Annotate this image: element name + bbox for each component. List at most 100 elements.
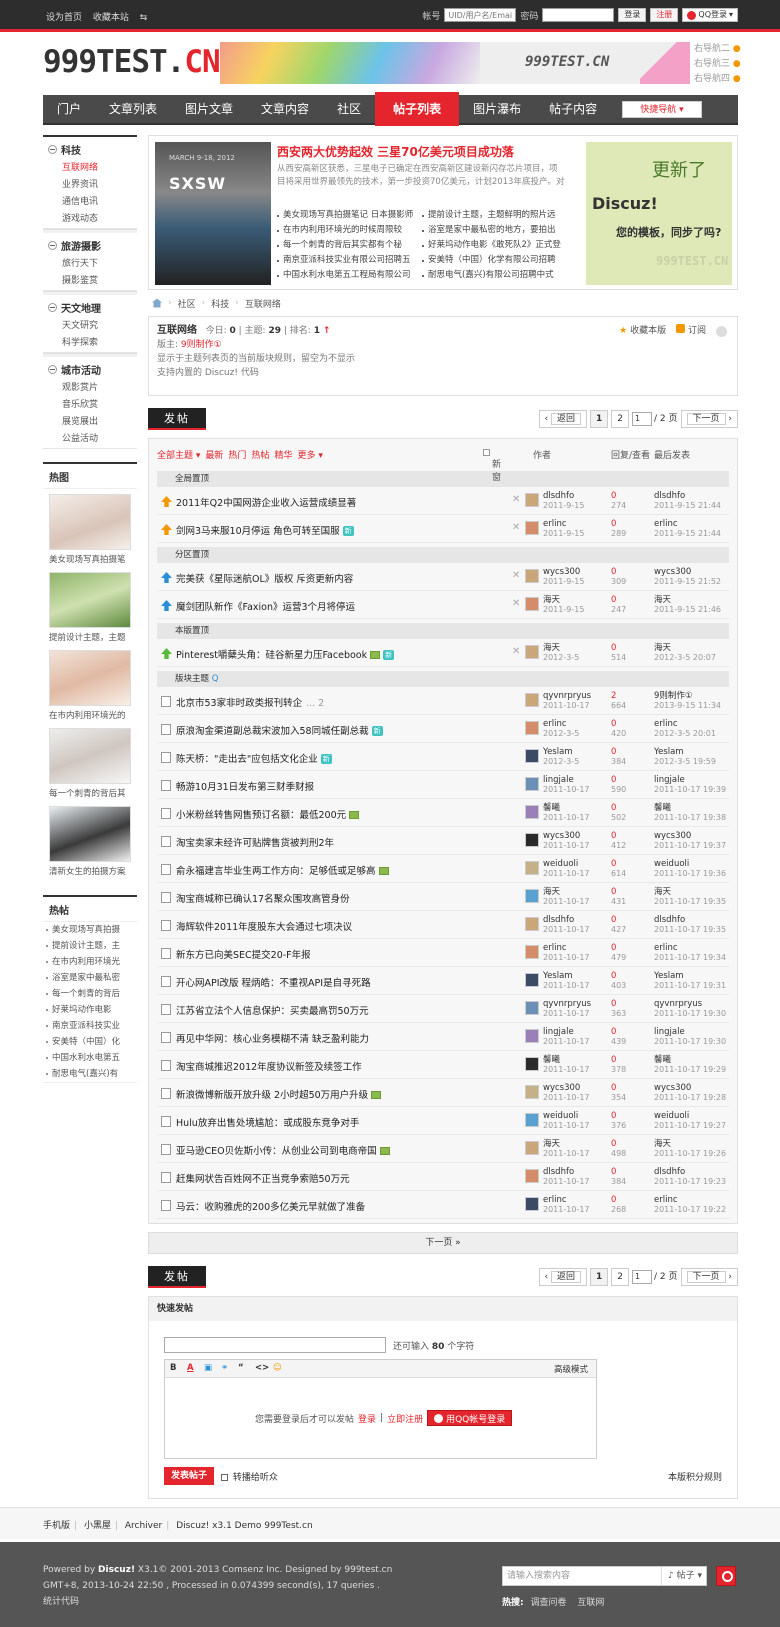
thread-row[interactable]: 剑网3马来服10月停运 角色可转至国服新 ✕ erlinc 2011-9-15 0 289…	[157, 515, 729, 543]
avatar[interactable]	[525, 693, 539, 707]
bookmark-link[interactable]: 收藏本站	[93, 13, 129, 23]
last-post-time[interactable]: 2011-10-17 19:36	[654, 869, 726, 879]
last-post-time[interactable]: 2011-9-15 21:44	[654, 529, 721, 539]
thread-row[interactable]: Hulu放弃出售处境尴尬：或成股东竞争对手 weiduoli 2011-10-17 0…	[157, 1107, 729, 1135]
account-input[interactable]	[444, 8, 517, 22]
last-poster[interactable]: lingjale	[654, 775, 685, 785]
qq-login-button[interactable]: 用QQ帐号登录	[427, 1410, 513, 1426]
last-poster[interactable]: erlinc	[654, 1195, 678, 1205]
featured-link[interactable]: 耐思电气(嘉兴)有限公司招聘中式	[422, 268, 567, 283]
hot-thread-item[interactable]: 耐思电气(嘉兴)有	[43, 1066, 137, 1082]
hot-thread-item[interactable]: 浴室是家中最私密	[43, 970, 137, 986]
right-nav-item[interactable]: 右导航二 ●	[694, 42, 741, 57]
last-poster[interactable]: 馨曦	[654, 1055, 671, 1065]
thread-author[interactable]: 海天	[543, 595, 560, 605]
sync-toggle[interactable]: 转播给听众	[221, 1470, 278, 1483]
hot-search-word[interactable]: 调查问卷	[530, 1598, 566, 1608]
thread-title[interactable]: 淘宝卖家未经许可贴牌售货被判刑2年	[176, 835, 334, 849]
advanced-mode-link[interactable]: 高级模式	[554, 1363, 588, 1375]
site-logo[interactable]: 999TEST.CN	[43, 44, 221, 80]
featured-link[interactable]: 在市内利用环境光的时候周限较	[277, 223, 422, 238]
quick-post-subject-input[interactable]	[164, 1337, 386, 1353]
image-icon[interactable]: ▣	[204, 1363, 212, 1373]
footer-link[interactable]: 小黑屋	[84, 1521, 111, 1531]
last-post-time[interactable]: 2011-10-17 19:30	[654, 1009, 726, 1019]
last-poster[interactable]: Yeslam	[654, 747, 684, 757]
avatar[interactable]	[525, 569, 539, 583]
nav-item-image-article[interactable]: 图片文章	[171, 95, 247, 123]
thread-title[interactable]: 再见中华网：核心业务模糊不清 缺乏盈利能力	[176, 1031, 369, 1045]
last-poster[interactable]: 馨曦	[654, 803, 671, 813]
avatar[interactable]	[525, 749, 539, 763]
featured-link[interactable]: 美女现场写真拍摄笔记 日本摄影师	[277, 208, 422, 223]
thread-author[interactable]: wycs300	[543, 1083, 580, 1093]
avatar[interactable]	[525, 805, 539, 819]
register-link[interactable]: 立即注册	[387, 1412, 423, 1425]
thread-author[interactable]: Yeslam	[543, 971, 573, 981]
featured-image[interactable]: MARCH 9-18, 2012 SXSW	[155, 142, 271, 285]
sidebar-item[interactable]: 公益活动	[43, 431, 137, 448]
close-icon[interactable]: ✕	[512, 598, 520, 609]
avatar[interactable]	[525, 1169, 539, 1183]
last-post-time[interactable]: 2012-3-5 20:01	[654, 729, 716, 739]
thread-row[interactable]: 新东方已向美SEC提交20-F年报 erlinc 2011-10-17 0 479 erl…	[157, 939, 729, 967]
last-poster[interactable]: qyvnrpryus	[654, 999, 702, 1009]
thread-title[interactable]: 新东方已向美SEC提交20-F年报	[176, 947, 311, 961]
sidebar-item[interactable]: 音乐欣赏	[43, 397, 137, 414]
home-icon[interactable]	[152, 298, 162, 308]
favorite-button[interactable]: ★ 收藏本版	[619, 324, 666, 338]
collapse-icon[interactable]	[716, 325, 727, 337]
thread-row[interactable]: 2011年Q2中国网游企业收入运营成绩显著 ✕ dlsdhfo 2011-9-15 0 2…	[157, 487, 729, 515]
last-post-time[interactable]: 2011-9-15 21:46	[654, 605, 721, 615]
hot-picture-caption[interactable]: 美女现场写真拍摄笔	[43, 550, 137, 567]
thread-author[interactable]: wycs300	[543, 831, 580, 841]
hot-thread-item[interactable]: 南京亚派科技实业	[43, 1018, 137, 1034]
nav-item-thread-list[interactable]: 帖子列表	[375, 92, 460, 126]
thread-author[interactable]: 海天	[543, 1139, 560, 1149]
featured-link[interactable]: 好莱坞动作电影《敢死队2》正式登	[422, 238, 567, 253]
sidebar-item[interactable]: 游戏动态	[43, 211, 137, 228]
thread-row[interactable]: 俞永福建言毕业生两工作方向：足够低或足够高 weiduoli 2011-10-17 0…	[157, 855, 729, 883]
hot-picture[interactable]	[49, 806, 131, 862]
hot-picture-caption[interactable]: 在市内利用环境光的	[43, 706, 137, 723]
last-post-time[interactable]: 2011-10-17 19:31	[654, 981, 726, 991]
avatar[interactable]	[525, 721, 539, 735]
sidebar-group-title[interactable]: 科技	[43, 137, 137, 160]
set-home-link[interactable]: 设为首页	[46, 13, 82, 23]
thread-title[interactable]: 俞永福建言毕业生两工作方向：足够低或足够高	[176, 863, 389, 877]
featured-title[interactable]: 西安两大优势起效 三星70亿美元项目成功落	[277, 143, 514, 160]
last-poster[interactable]: 9则制作①	[654, 691, 693, 701]
thread-author[interactable]: lingjale	[543, 1027, 574, 1037]
close-icon[interactable]: ✕	[512, 646, 520, 657]
thread-row[interactable]: 再见中华网：核心业务模糊不清 缺乏盈利能力 lingjale 2011-10-17 0…	[157, 1023, 729, 1051]
avatar[interactable]	[525, 1113, 539, 1127]
thread-title[interactable]: 开心网API改版 程炳皓：不重视API是自寻死路	[176, 975, 371, 989]
avatar[interactable]	[525, 917, 539, 931]
page-link[interactable]: 2	[611, 1268, 630, 1286]
right-nav-item[interactable]: 右导航四 ●	[694, 72, 741, 87]
filter-all[interactable]: 全部主题 ▾	[157, 448, 200, 461]
new-window-toggle[interactable]: 新窗	[483, 448, 501, 483]
thread-title[interactable]: 魔剑团队新作《Faxion》运营3个月将停运	[176, 599, 355, 613]
bold-icon[interactable]: B	[170, 1363, 176, 1373]
last-poster[interactable]: erlinc	[654, 519, 678, 529]
hot-search-word[interactable]: 互联网	[577, 1598, 604, 1608]
qq-login-button[interactable]: QQ登录 ▾	[682, 8, 738, 22]
featured-ad[interactable]: 更新了 Discuz! 您的模板，同步了吗? 999TEST.CN	[586, 142, 732, 285]
close-icon[interactable]: ✕	[512, 494, 520, 505]
last-post-time[interactable]: 2011-9-15 21:44	[654, 501, 721, 511]
featured-link[interactable]: 中国水利水电第五工程局有限公司	[277, 268, 422, 283]
moderator-link[interactable]: 9则制作①	[181, 340, 222, 350]
font-color-icon[interactable]: A	[187, 1363, 194, 1373]
thread-row[interactable]: 淘宝商城称已确认17名聚众围攻高管身份 海天 2011-10-17 0 431 海天 201…	[157, 883, 729, 911]
thread-row[interactable]: 马云：收购雅虎的200多亿美元早就做了准备 erlinc 2011-10-17 0 26…	[157, 1191, 729, 1219]
page-input[interactable]: 1	[632, 1270, 653, 1284]
avatar[interactable]	[525, 597, 539, 611]
thread-title[interactable]: 新浪微博新版开放升级 2小时超50万用户升级	[176, 1087, 382, 1101]
thread-row[interactable]: 海辉软件2011年度股东大会通过七项决议 dlsdhfo 2011-10-17 0 42…	[157, 911, 729, 939]
last-poster[interactable]: erlinc	[654, 719, 678, 729]
thread-row[interactable]: Pinterest嚼蘖头角：硅谷新星力压Facebook 新 ✕ 海天 2012-3-5…	[157, 639, 729, 667]
thread-title[interactable]: 原浪淘金渠道副总裁宋波加入58同城任副总裁新	[176, 723, 383, 737]
last-post-time[interactable]: 2011-9-15 21:52	[654, 577, 721, 587]
thread-title[interactable]: Hulu放弃出售处境尴尬：或成股东竞争对手	[176, 1115, 359, 1129]
